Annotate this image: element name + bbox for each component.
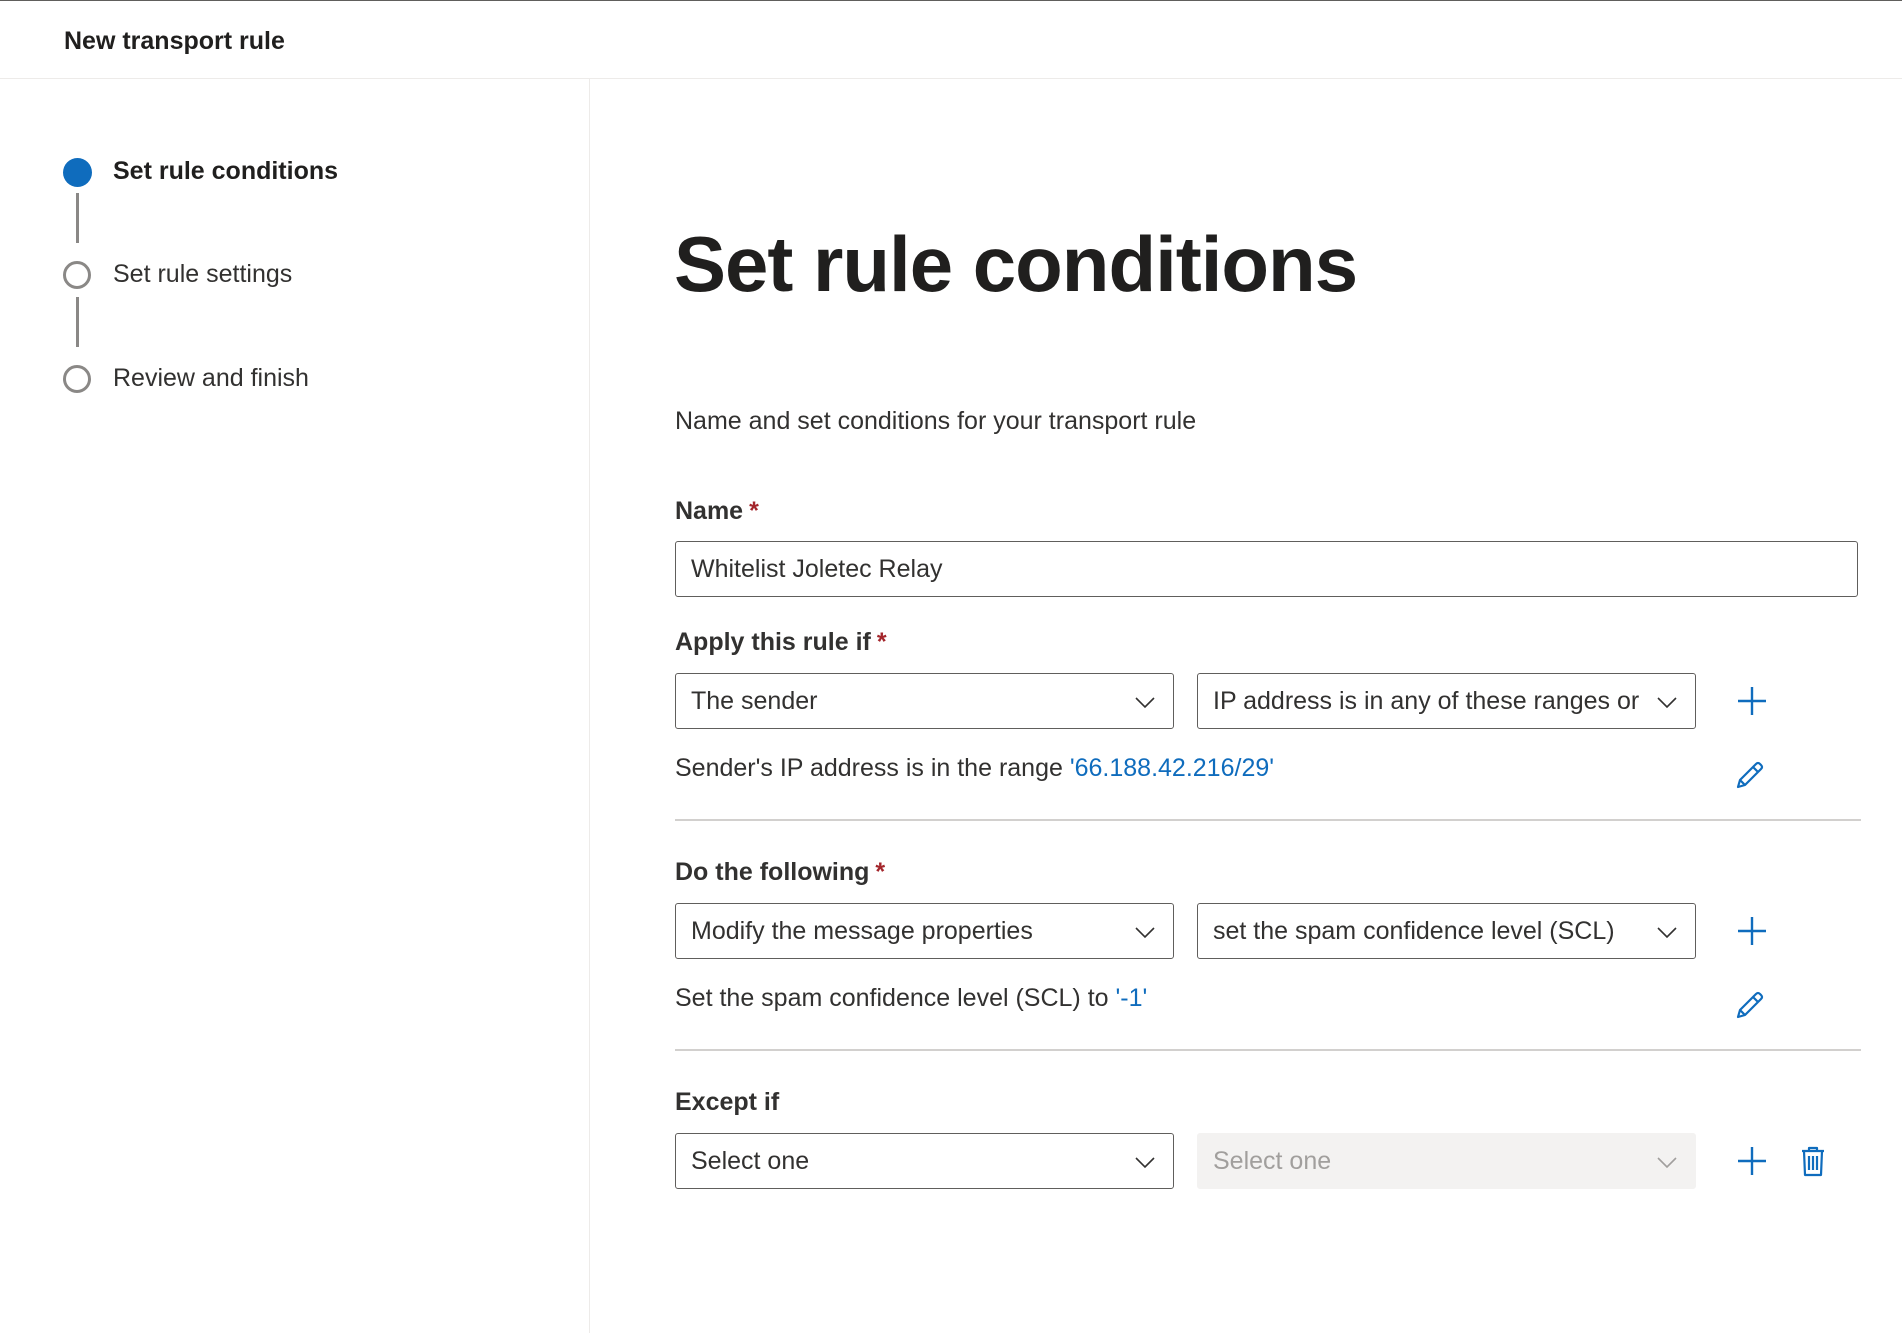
action-summary: Set the spam confidence level (SCL) to '… [675,984,1147,1013]
step-connector [76,193,79,243]
condition-dropdown-value: The sender [691,687,818,715]
panel-header: New transport rule [0,1,1902,79]
condition-summary-text: Sender's IP address is in the range [675,754,1063,782]
except-if-label: Except if [675,1088,779,1117]
chevron-down-icon [1657,927,1677,939]
do-following-label-text: Do the following [675,858,870,886]
action-summary-link[interactable]: '-1' [1116,984,1148,1012]
name-label: Name * [675,497,759,526]
page-description: Name and set conditions for your transpo… [675,407,1197,435]
step-label: Set rule conditions [113,157,339,185]
action-dropdown[interactable]: Modify the message properties [675,903,1174,959]
main-content: Set rule conditions Name and set conditi… [591,79,1902,1333]
pencil-icon[interactable] [1729,986,1769,1026]
step-current-indicator [63,158,92,187]
chevron-down-icon [1657,697,1677,709]
condition-predicate-value: IP address is in any of these ranges or … [1213,687,1643,715]
exception-dropdown[interactable]: Select one [675,1133,1174,1189]
wizard-steps-pane: Set rule conditions Set rule settings Re… [0,79,590,1333]
condition-summary-link[interactable]: '66.188.42.216/29' [1070,754,1274,782]
exception-predicate-value: Select one [1213,1147,1332,1175]
action-summary-text: Set the spam confidence level (SCL) to [675,984,1109,1012]
trash-icon[interactable] [1793,1141,1833,1181]
panel-title: New transport rule [64,27,285,55]
pencil-icon[interactable] [1729,756,1769,796]
required-marker: * [876,628,887,656]
apply-rule-if-label: Apply this rule if * [675,628,887,657]
add-action-icon[interactable] [1732,911,1772,951]
apply-rule-if-label-text: Apply this rule if [675,628,871,656]
condition-summary: Sender's IP address is in the range '66.… [675,754,1274,783]
except-if-label-text: Except if [675,1088,780,1116]
rule-name-input[interactable]: Whitelist Joletec Relay [675,541,1858,597]
step-upcoming-indicator [63,365,91,393]
chevron-down-icon [1135,697,1155,709]
chevron-down-icon [1135,1157,1155,1169]
add-exception-icon[interactable] [1732,1141,1772,1181]
page-title: Set rule conditions [674,220,1358,308]
action-property-dropdown[interactable]: set the spam confidence level (SCL) [1197,903,1696,959]
exception-predicate-dropdown: Select one [1197,1133,1696,1189]
condition-dropdown[interactable]: The sender [675,673,1174,729]
required-marker: * [875,858,886,886]
condition-predicate-dropdown[interactable]: IP address is in any of these ranges or … [1197,673,1696,729]
add-condition-icon[interactable] [1732,681,1772,721]
section-divider [675,819,1861,821]
action-property-value: set the spam confidence level (SCL) [1213,917,1615,945]
chevron-down-icon [1657,1157,1677,1169]
section-divider [675,1049,1861,1051]
step-connector [76,297,79,347]
exception-dropdown-value: Select one [691,1147,810,1175]
step-upcoming-indicator [63,261,91,289]
action-dropdown-value: Modify the message properties [691,917,1033,945]
do-following-label: Do the following * [675,858,885,887]
chevron-down-icon [1135,927,1155,939]
name-label-text: Name [675,497,744,525]
required-marker: * [749,497,759,525]
step-label: Set rule settings [113,260,293,288]
step-label: Review and finish [113,364,309,392]
